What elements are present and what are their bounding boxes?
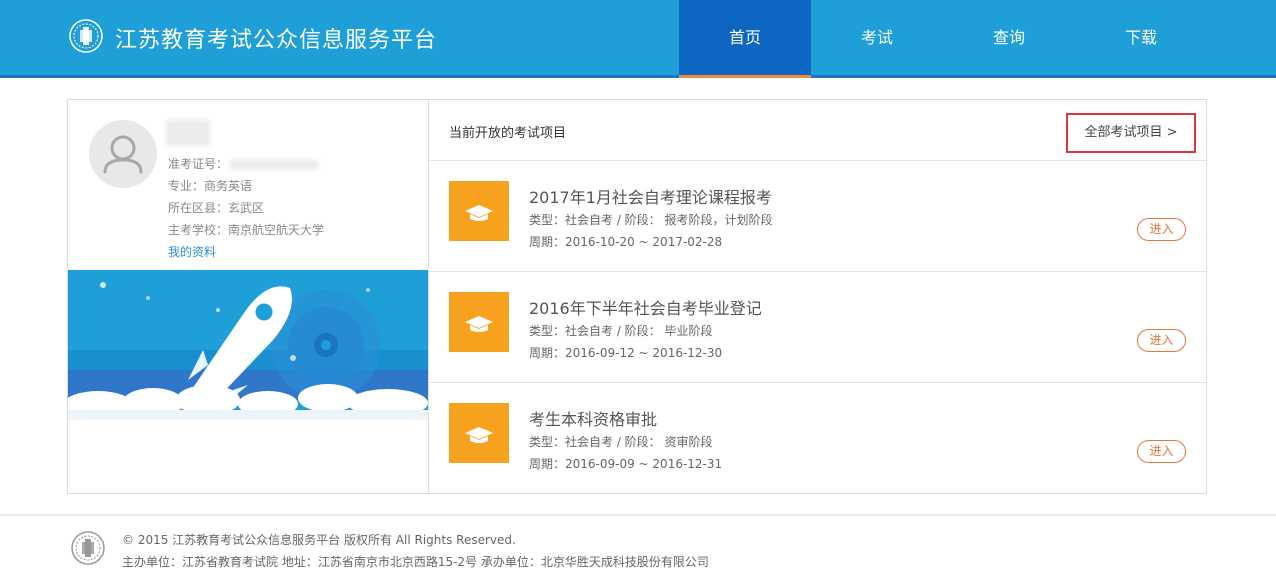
exam-icon — [449, 181, 509, 241]
exams-panel-header: 当前开放的考试项目 全部考试项目 > — [429, 100, 1206, 161]
candidate-id-label: 准考证号： — [168, 157, 229, 171]
all-exams-link[interactable]: 全部考试项目 > — [1066, 113, 1196, 153]
exam-item: 2017年1月社会自考理论课程报考 类型：社会自考 / 阶段： 报考阶段，计划阶… — [429, 161, 1206, 272]
exam-item: 2016年下半年社会自考毕业登记 类型：社会自考 / 阶段： 毕业阶段 周期：2… — [429, 272, 1206, 383]
main-panel: 准考证号： 专业：商务英语 所在区县：玄武区 主考学校：南京航空航天大学 我的资… — [67, 99, 1207, 494]
exam-title[interactable]: 2016年下半年社会自考毕业登记 — [529, 295, 762, 319]
exam-period: 周期：2016-09-12 ~ 2016-12-30 — [529, 346, 723, 360]
name-redacted — [166, 120, 210, 146]
rocket-banner-illustration — [68, 270, 428, 420]
site-title[interactable]: 江苏教育考试公众信息服务平台 — [115, 22, 437, 54]
candidate-id: 准考证号： — [168, 155, 319, 172]
footer-organizer: 主办单位：江苏省教育考试院 地址：江苏省南京市北京西路15-2号 承办单位：北京… — [122, 555, 709, 569]
my-profile-link[interactable]: 我的资料 — [168, 243, 216, 260]
nav-download[interactable]: 下载 — [1075, 0, 1207, 75]
enter-button[interactable]: 进入 — [1137, 329, 1186, 352]
exam-item: 考生本科资格审批 类型：社会自考 / 阶段： 资审阶段 周期：2016-09-0… — [429, 383, 1206, 494]
exam-icon — [449, 403, 509, 463]
main-nav: 首页 考试 查询 下载 — [679, 0, 1207, 78]
emblem-logo-icon — [71, 531, 105, 565]
header-bar: 江苏教育考试公众信息服务平台 首页 考试 查询 下载 — [0, 0, 1276, 78]
nav-home[interactable]: 首页 — [679, 0, 811, 78]
footer-copyright: © 2015 江苏教育考试公众信息服务平台 版权所有 All Rights Re… — [122, 533, 516, 547]
nav-query[interactable]: 查询 — [943, 0, 1075, 75]
exam-type: 类型：社会自考 / 阶段： 毕业阶段 — [529, 324, 713, 338]
enter-button[interactable]: 进入 — [1137, 440, 1186, 463]
exam-icon — [449, 292, 509, 352]
enter-button[interactable]: 进入 — [1137, 218, 1186, 241]
footer-divider — [0, 514, 1276, 516]
graduation-cap-icon — [465, 205, 493, 221]
exam-type: 类型：社会自考 / 阶段： 报考阶段，计划阶段 — [529, 213, 773, 227]
avatar-user-icon — [103, 135, 143, 174]
graduation-cap-icon — [465, 427, 493, 443]
district-info: 所在区县：玄武区 — [168, 201, 265, 215]
exam-period: 周期：2016-09-09 ~ 2016-12-31 — [529, 457, 723, 471]
exam-title[interactable]: 考生本科资格审批 — [529, 406, 657, 430]
graduation-cap-icon — [465, 316, 493, 332]
nav-exam[interactable]: 考试 — [811, 0, 943, 75]
exams-panel: 当前开放的考试项目 全部考试项目 > 2017年1月社会自考理论课程报考 类型：… — [429, 100, 1206, 493]
exam-type: 类型：社会自考 / 阶段： 资审阶段 — [529, 435, 713, 449]
emblem-logo-icon[interactable] — [68, 18, 104, 54]
major-info: 专业：商务英语 — [168, 179, 253, 193]
school-info: 主考学校：南京航空航天大学 — [168, 223, 325, 237]
exam-period: 周期：2016-10-20 ~ 2017-02-28 — [529, 235, 723, 249]
exams-panel-title: 当前开放的考试项目 — [449, 126, 567, 141]
avatar — [89, 120, 157, 188]
profile-panel: 准考证号： 专业：商务英语 所在区县：玄武区 主考学校：南京航空航天大学 我的资… — [68, 100, 429, 493]
candidate-id-redacted — [230, 159, 319, 170]
exam-title[interactable]: 2017年1月社会自考理论课程报考 — [529, 184, 772, 208]
